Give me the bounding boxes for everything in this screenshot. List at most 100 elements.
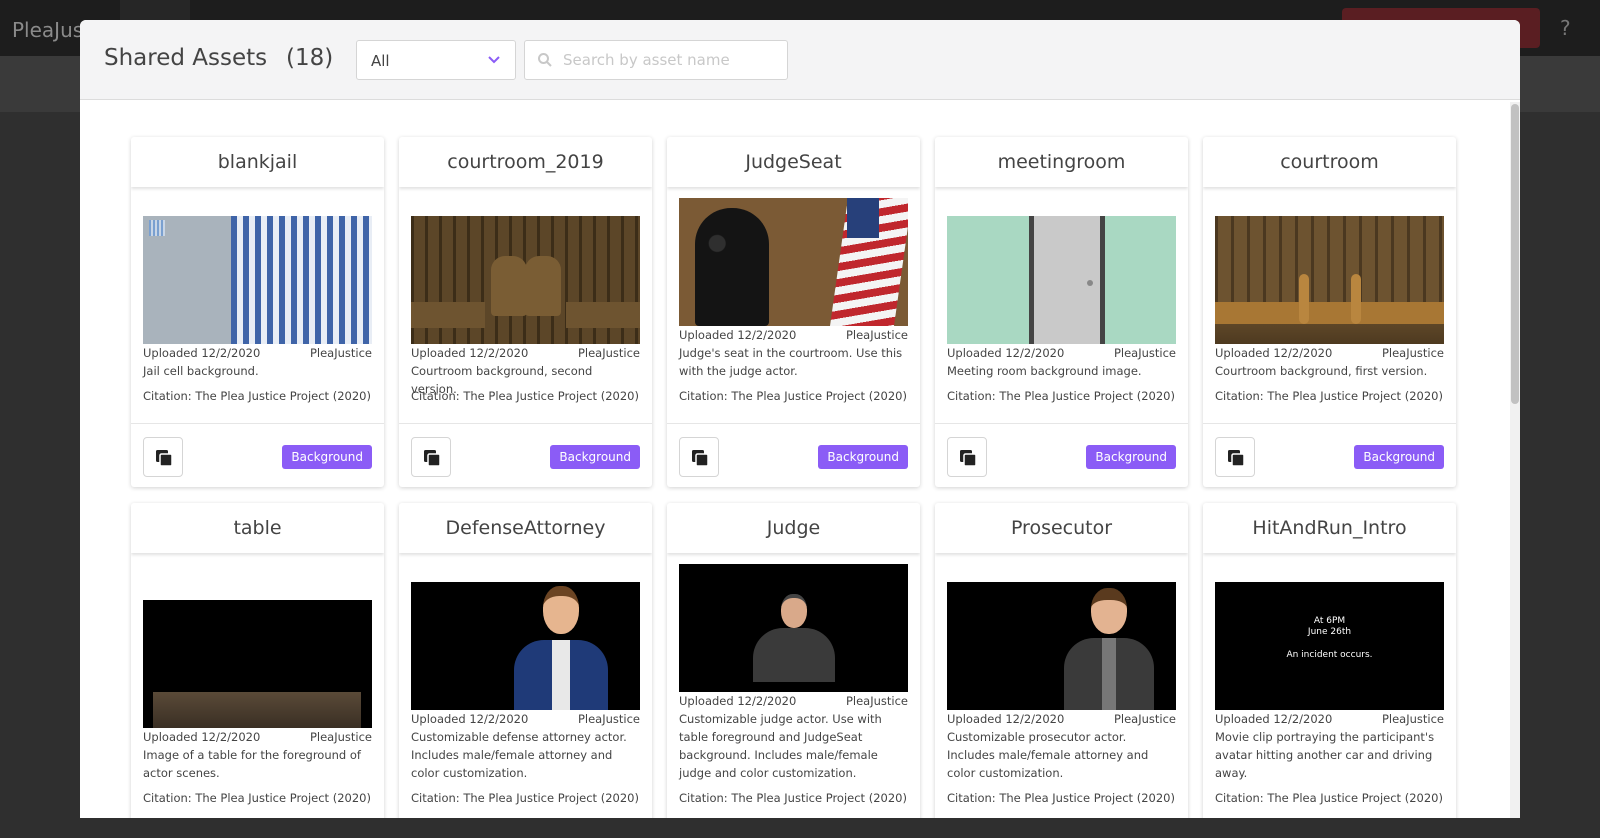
asset-citation: Citation: The Plea Justice Project (2020… — [411, 389, 639, 403]
asset-name: HitAndRun_Intro — [1203, 503, 1456, 553]
video-thumbnail[interactable]: At 6PM June 26th An incident occurs. — [1215, 582, 1444, 710]
upload-date: Uploaded 12/2/2020 — [679, 328, 797, 342]
asset-type-tag[interactable]: Background — [1354, 445, 1444, 469]
copy-icon — [692, 450, 709, 467]
copy-asset-button[interactable] — [143, 437, 183, 477]
copy-icon — [156, 450, 173, 467]
asset-description: Meeting room background image. — [947, 364, 1142, 378]
filter-selected-value: All — [371, 52, 390, 70]
asset-name: table — [131, 503, 384, 553]
asset-type-tag[interactable]: Background — [818, 445, 908, 469]
copy-asset-button[interactable] — [1215, 437, 1255, 477]
asset-card: courtroom_2019 Uploaded 12/2/2020 PleaJus… — [399, 137, 652, 487]
asset-description: Customizable judge actor. Use with table… — [679, 712, 882, 780]
asset-owner: PleaJustice — [845, 328, 908, 342]
asset-description: Movie clip portraying the participant's … — [1215, 730, 1435, 780]
table-thumbnail[interactable] — [143, 600, 372, 728]
meeting-room-thumbnail[interactable] — [947, 216, 1176, 344]
asset-card: table Uploaded 12/2/2020 PleaJustice Imag… — [131, 503, 384, 818]
asset-name: meetingroom — [935, 137, 1188, 187]
defense-attorney-thumbnail[interactable] — [411, 582, 640, 710]
help-icon: ? — [1560, 16, 1571, 40]
search-input[interactable] — [563, 47, 779, 73]
asset-owner: PleaJustice — [1113, 346, 1176, 360]
upload-date: Uploaded 12/2/2020 — [947, 346, 1065, 360]
asset-citation: Citation: The Plea Justice Project (2020… — [947, 791, 1175, 805]
copy-asset-button[interactable] — [679, 437, 719, 477]
asset-card: HitAndRun_Intro At 6PM June 26th An inci… — [1203, 503, 1456, 818]
asset-name: Judge — [667, 503, 920, 553]
asset-card: JudgeSeat Uploaded 12/2/2020 PleaJustice … — [667, 137, 920, 487]
copy-icon — [424, 450, 441, 467]
asset-name: DefenseAttorney — [399, 503, 652, 553]
modal-scrollbar[interactable] — [1510, 102, 1520, 818]
asset-type-tag[interactable]: Background — [282, 445, 372, 469]
asset-card: meetingroom Uploaded 12/2/2020 PleaJustic… — [935, 137, 1188, 487]
asset-citation: Citation: The Plea Justice Project (2020… — [1215, 389, 1443, 403]
asset-name: blankjail — [131, 137, 384, 187]
asset-owner: PleaJustice — [1381, 712, 1444, 726]
asset-card: Judge Uploaded 12/2/2020 PleaJustice Cust… — [667, 503, 920, 818]
asset-name: courtroom_2019 — [399, 137, 652, 187]
upload-date: Uploaded 12/2/2020 — [947, 712, 1065, 726]
asset-owner: PleaJustice — [309, 730, 372, 744]
copy-asset-button[interactable] — [411, 437, 451, 477]
copy-asset-button[interactable] — [947, 437, 987, 477]
modal-body: blankjail Uploaded 12/2/2020 PleaJustice … — [80, 100, 1520, 818]
copy-icon — [960, 450, 977, 467]
courtroom-v1-thumbnail[interactable] — [1215, 216, 1444, 344]
upload-date: Uploaded 12/2/2020 — [411, 346, 529, 360]
upload-date: Uploaded 12/2/2020 — [1215, 712, 1333, 726]
asset-grid: blankjail Uploaded 12/2/2020 PleaJustice … — [131, 137, 1456, 818]
shared-assets-modal: Shared Assets (18) All blankjail Uploade… — [80, 20, 1520, 818]
asset-type-tag[interactable]: Background — [1086, 445, 1176, 469]
asset-card: blankjail Uploaded 12/2/2020 PleaJustice … — [131, 137, 384, 487]
copy-icon — [1228, 450, 1245, 467]
courtroom-v2-thumbnail[interactable] — [411, 216, 640, 344]
prosecutor-thumbnail[interactable] — [947, 582, 1176, 710]
modal-header: Shared Assets (18) All — [80, 20, 1520, 100]
asset-owner: PleaJustice — [845, 694, 908, 708]
asset-citation: Citation: The Plea Justice Project (2020… — [143, 791, 371, 805]
upload-date: Uploaded 12/2/2020 — [679, 694, 797, 708]
asset-citation: Citation: The Plea Justice Project (2020… — [143, 389, 371, 403]
upload-date: Uploaded 12/2/2020 — [143, 346, 261, 360]
scrollbar-thumb[interactable] — [1511, 104, 1519, 404]
asset-owner: PleaJustice — [1381, 346, 1444, 360]
asset-owner: PleaJustice — [577, 346, 640, 360]
asset-citation: Citation: The Plea Justice Project (2020… — [679, 791, 907, 805]
upload-date: Uploaded 12/2/2020 — [1215, 346, 1333, 360]
asset-citation: Citation: The Plea Justice Project (2020… — [411, 791, 639, 805]
asset-owner: PleaJustice — [309, 346, 372, 360]
judge-thumbnail[interactable] — [679, 564, 908, 692]
asset-description: Customizable prosecutor actor. Includes … — [947, 730, 1149, 780]
asset-count: (18) — [286, 45, 334, 71]
chevron-down-icon — [488, 56, 500, 64]
judge-seat-thumbnail[interactable] — [679, 198, 908, 326]
asset-name: courtroom — [1203, 137, 1456, 187]
video-caption: At 6PM — [1313, 616, 1346, 626]
asset-name: Prosecutor — [935, 503, 1188, 553]
video-caption: An incident occurs. — [1286, 650, 1373, 660]
asset-owner: PleaJustice — [1113, 712, 1176, 726]
asset-description: Judge's seat in the courtroom. Use this … — [679, 346, 903, 378]
asset-description: Customizable defense attorney actor. Inc… — [411, 730, 627, 780]
asset-card: DefenseAttorney Uploaded 12/2/2020 PleaJu… — [399, 503, 652, 818]
search-field[interactable] — [524, 40, 788, 80]
asset-description: Jail cell background. — [143, 364, 259, 378]
asset-citation: Citation: The Plea Justice Project (2020… — [679, 389, 907, 403]
video-caption: June 26th — [1307, 627, 1352, 637]
asset-citation: Citation: The Plea Justice Project (2020… — [947, 389, 1175, 403]
asset-name: JudgeSeat — [667, 137, 920, 187]
upload-date: Uploaded 12/2/2020 — [411, 712, 529, 726]
asset-type-filter[interactable]: All — [356, 40, 516, 80]
asset-citation: Citation: The Plea Justice Project (2020… — [1215, 791, 1443, 805]
asset-type-tag[interactable]: Background — [550, 445, 640, 469]
asset-card: courtroom Uploaded 12/2/2020 PleaJustice … — [1203, 137, 1456, 487]
search-icon — [538, 53, 552, 67]
asset-owner: PleaJustice — [577, 712, 640, 726]
jail-cell-thumbnail[interactable] — [143, 216, 372, 344]
asset-card: Prosecutor Uploaded 12/2/2020 PleaJustice… — [935, 503, 1188, 818]
asset-description: Courtroom background, first version. — [1215, 364, 1428, 378]
upload-date: Uploaded 12/2/2020 — [143, 730, 261, 744]
